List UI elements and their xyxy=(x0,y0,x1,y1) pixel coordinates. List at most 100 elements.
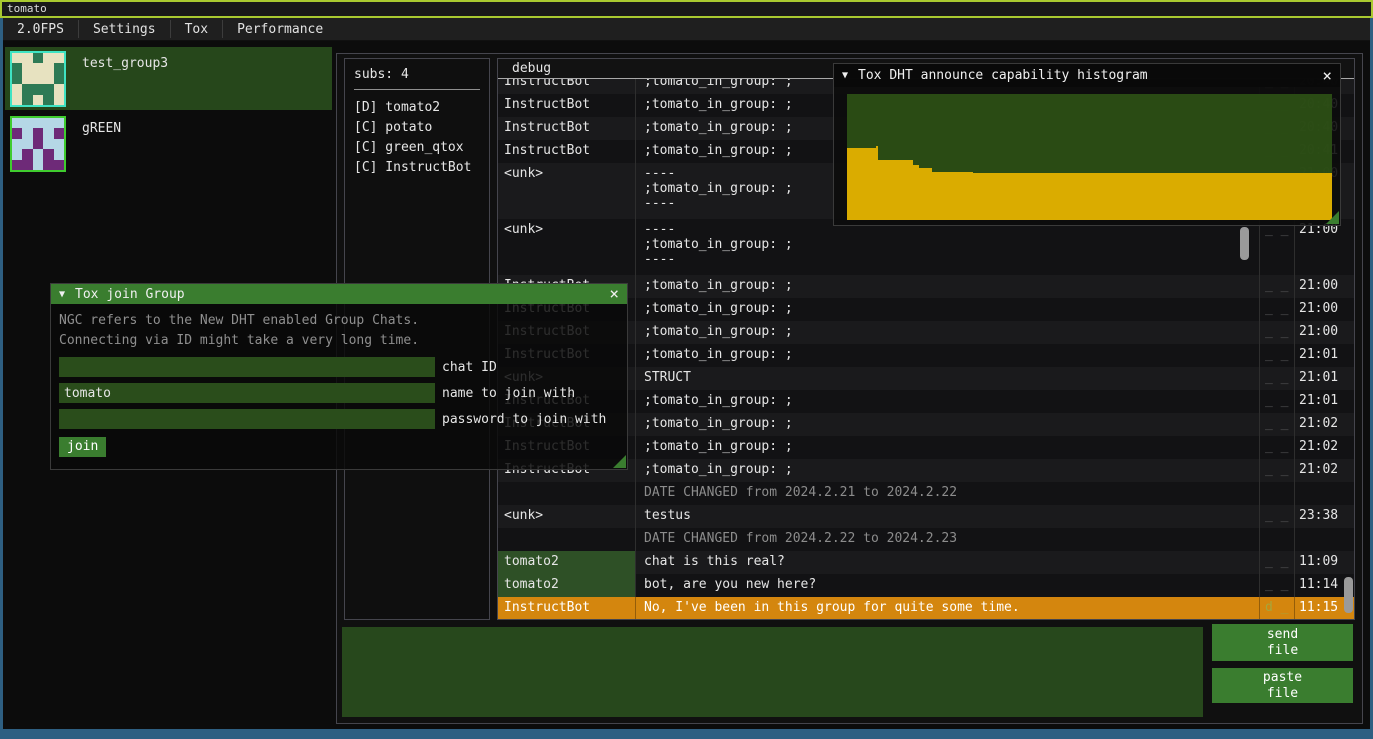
message-time xyxy=(1294,528,1354,551)
join-info-line1: NGC refers to the New DHT enabled Group … xyxy=(59,311,619,331)
message-flags: _ _ xyxy=(1259,367,1294,390)
message-flags: _ _ xyxy=(1259,459,1294,482)
sidebar-item-group[interactable]: gREEN xyxy=(5,112,332,172)
title-bar[interactable]: tomato xyxy=(0,0,1373,18)
chat-row[interactable]: tomato2bot, are you new here?_ _11:14 xyxy=(498,574,1354,597)
menu-item-performance[interactable]: Performance xyxy=(223,18,337,40)
sender-name-cell: InstructBot xyxy=(498,94,636,117)
resize-handle[interactable] xyxy=(1326,211,1339,224)
group-name: test_group3 xyxy=(82,56,168,110)
message-text: ;tomato_in_group: ; xyxy=(636,298,1259,321)
message-time: 21:01 xyxy=(1294,390,1354,413)
sender-name-cell: tomato2 xyxy=(498,551,636,574)
member-list-item[interactable]: [C] green_qtox xyxy=(354,138,480,158)
chat-row[interactable]: InstructBotNo, I've been in this group f… xyxy=(498,597,1354,620)
message-scrollbar-thumb[interactable] xyxy=(1240,227,1249,260)
chat-row[interactable]: <unk>testus_ _23:38 xyxy=(498,505,1354,528)
message-flags: d _ xyxy=(1259,597,1294,620)
chat-row[interactable]: <unk>---- ;tomato_in_group: ; ----_ _21:… xyxy=(498,219,1354,275)
menu-item-tox[interactable]: Tox xyxy=(171,18,222,40)
tab-debug[interactable]: debug xyxy=(512,61,551,76)
members-header: subs: 4 xyxy=(354,67,480,82)
message-text: chat is this real? xyxy=(636,551,1259,574)
message-time: 21:00 xyxy=(1294,219,1354,275)
date-changed-text: DATE CHANGED from 2024.2.22 to 2024.2.23 xyxy=(636,528,1259,551)
histogram-bar-segment xyxy=(919,168,932,220)
message-time: 21:01 xyxy=(1294,344,1354,367)
sidebar-item-group[interactable]: test_group3 xyxy=(5,47,332,110)
date-changed-row[interactable]: DATE CHANGED from 2024.2.21 to 2024.2.22 xyxy=(498,482,1354,505)
app-window: tomato 2.0FPSSettingsToxPerformance test… xyxy=(0,0,1373,739)
message-text: ;tomato_in_group: ; xyxy=(636,344,1259,367)
message-text: ;tomato_in_group: ; xyxy=(636,275,1259,298)
collapse-arrow-icon[interactable]: ▼ xyxy=(842,70,848,81)
histogram-bar-segment xyxy=(973,173,1332,220)
message-time: 21:01 xyxy=(1294,367,1354,390)
message-flags: _ _ xyxy=(1259,219,1294,275)
send-file-button[interactable]: send file xyxy=(1212,624,1353,661)
join-name-field[interactable] xyxy=(59,383,435,403)
histogram-bar-segment xyxy=(847,148,876,220)
paste-file-button[interactable]: paste file xyxy=(1212,668,1353,703)
group-name: gREEN xyxy=(82,121,121,172)
member-list-item[interactable]: [C] InstructBot xyxy=(354,158,480,178)
date-changed-row[interactable]: DATE CHANGED from 2024.2.22 to 2024.2.23 xyxy=(498,528,1354,551)
sender-name-cell: InstructBot xyxy=(498,117,636,140)
menu-bar: 2.0FPSSettingsToxPerformance xyxy=(3,18,1370,41)
message-time: 21:02 xyxy=(1294,459,1354,482)
member-list-item[interactable]: [D] tomato2 xyxy=(354,98,480,118)
message-flags: _ _ xyxy=(1259,321,1294,344)
message-time: 23:38 xyxy=(1294,505,1354,528)
collapse-arrow-icon[interactable]: ▼ xyxy=(59,289,65,300)
histogram-plot xyxy=(847,94,1332,220)
message-text: ;tomato_in_group: ; xyxy=(636,321,1259,344)
message-time xyxy=(1294,482,1354,505)
join-dialog-title: Tox join Group xyxy=(75,287,609,302)
join-group-dialog: ▼ Tox join Group × NGC refers to the New… xyxy=(50,283,628,470)
join-button[interactable]: join xyxy=(59,437,106,457)
message-time: 21:02 xyxy=(1294,413,1354,436)
message-text: ;tomato_in_group: ; xyxy=(636,459,1259,482)
members-list: [D] tomato2[C] potato[C] green_qtox[C] I… xyxy=(354,98,480,178)
message-flags: _ _ xyxy=(1259,275,1294,298)
chat-id-label: chat ID xyxy=(442,360,497,375)
message-flags: _ _ xyxy=(1259,436,1294,459)
message-time: 11:09 xyxy=(1294,551,1354,574)
message-text: ---- ;tomato_in_group: ; ---- xyxy=(636,219,1259,275)
join-password-label: password to join with xyxy=(442,412,606,427)
message-flags: _ _ xyxy=(1259,551,1294,574)
sender-name-cell: <unk> xyxy=(498,505,636,528)
date-changed-text: DATE CHANGED from 2024.2.21 to 2024.2.22 xyxy=(636,482,1259,505)
message-flags: _ _ xyxy=(1259,574,1294,597)
sender-name-cell: <unk> xyxy=(498,219,636,275)
sender-name-cell: InstructBot xyxy=(498,597,636,620)
window-edge-bottom xyxy=(0,729,1373,739)
close-icon[interactable]: × xyxy=(609,287,619,301)
member-list-item[interactable]: [C] potato xyxy=(354,118,480,138)
menu-item-settings[interactable]: Settings xyxy=(79,18,170,40)
close-icon[interactable]: × xyxy=(1322,69,1332,83)
sender-name-cell: tomato2 xyxy=(498,574,636,597)
message-flags: _ _ xyxy=(1259,344,1294,367)
message-input[interactable] xyxy=(342,627,1203,717)
join-password-field[interactable] xyxy=(59,409,435,429)
histogram-bar-segment xyxy=(932,172,973,221)
resize-handle[interactable] xyxy=(613,455,626,468)
message-time: 21:00 xyxy=(1294,275,1354,298)
join-dialog-titlebar[interactable]: ▼ Tox join Group × xyxy=(51,284,627,304)
sender-name-cell xyxy=(498,482,636,505)
window-title: tomato xyxy=(7,2,47,15)
histogram-window-titlebar[interactable]: ▼ Tox DHT announce capability histogram … xyxy=(834,64,1340,87)
chat-id-field[interactable] xyxy=(59,357,435,377)
window-edge-left xyxy=(0,18,3,729)
histogram-window-title: Tox DHT announce capability histogram xyxy=(858,68,1322,83)
menu-item-2-0fps[interactable]: 2.0FPS xyxy=(3,18,78,40)
histogram-window: ▼ Tox DHT announce capability histogram … xyxy=(833,63,1341,226)
chat-row[interactable]: tomato2chat is this real?_ _11:09 xyxy=(498,551,1354,574)
message-flags: _ _ xyxy=(1259,298,1294,321)
chat-scrollbar-thumb[interactable] xyxy=(1344,577,1353,613)
message-flags: _ _ xyxy=(1259,505,1294,528)
members-separator xyxy=(354,89,480,90)
message-text: testus xyxy=(636,505,1259,528)
message-text: ;tomato_in_group: ; xyxy=(636,436,1259,459)
